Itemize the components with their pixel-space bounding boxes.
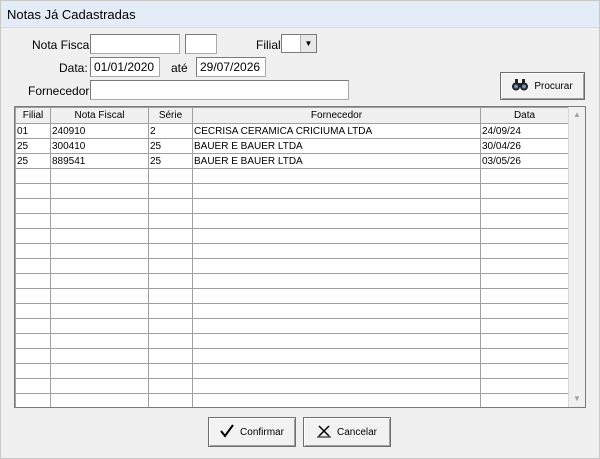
- empty-row[interactable]: [15, 228, 569, 244]
- confirmar-button[interactable]: Confirmar: [208, 417, 296, 447]
- ate-label: até: [171, 61, 188, 75]
- empty-row[interactable]: [15, 273, 569, 289]
- checkmark-icon: [220, 424, 234, 440]
- cancelar-label: Cancelar: [336, 426, 378, 438]
- title-bar[interactable]: Notas Já Cadastradas: [1, 1, 599, 28]
- empty-row[interactable]: [15, 168, 569, 184]
- column-header-filial[interactable]: Filial: [15, 107, 51, 124]
- nota-fiscal-label: Nota Fiscal:: [32, 38, 96, 52]
- empty-row[interactable]: [15, 333, 569, 349]
- cancelar-button[interactable]: Cancelar: [303, 417, 391, 447]
- empty-row[interactable]: [15, 183, 569, 199]
- scroll-down-arrow-icon[interactable]: ▼: [569, 391, 585, 407]
- table-row[interactable]: 25 889541 25 BAUER E BAUER LTDA 03/05/26: [15, 153, 569, 169]
- cell-data[interactable]: 24/09/24: [480, 123, 569, 139]
- scroll-up-arrow-icon[interactable]: ▲: [569, 107, 585, 123]
- cell-data[interactable]: 30/04/26: [480, 138, 569, 154]
- cell-filial[interactable]: 25: [15, 138, 51, 154]
- table-row[interactable]: 01 240910 2 CECRISA CERAMICA CRICIUMA LT…: [15, 123, 569, 139]
- cell-data[interactable]: 03/05/26: [480, 153, 569, 169]
- window-title: Notas Já Cadastradas: [7, 7, 136, 22]
- empty-row[interactable]: [15, 378, 569, 394]
- empty-row[interactable]: [15, 258, 569, 274]
- filial-select[interactable]: ▼: [281, 34, 317, 53]
- notas-grid[interactable]: Filial Nota Fiscal Série Fornecedor Data…: [14, 106, 586, 408]
- table-row[interactable]: 25 300410 25 BAUER E BAUER LTDA 30/04/26: [15, 138, 569, 154]
- confirmar-label: Confirmar: [240, 426, 284, 438]
- cell-serie[interactable]: 25: [148, 138, 193, 154]
- empty-row[interactable]: [15, 303, 569, 319]
- notas-cadastradas-window: Notas Já Cadastradas Nota Fiscal: Filial…: [0, 0, 600, 459]
- notas-table: Filial Nota Fiscal Série Fornecedor Data…: [15, 107, 569, 407]
- cell-fornecedor[interactable]: BAUER E BAUER LTDA: [192, 153, 481, 169]
- close-icon: [316, 424, 331, 440]
- column-header-nota-fiscal[interactable]: Nota Fiscal: [50, 107, 149, 124]
- cell-fornecedor[interactable]: CECRISA CERAMICA CRICIUMA LTDA: [192, 123, 481, 139]
- cell-filial[interactable]: 01: [15, 123, 51, 139]
- cell-serie[interactable]: 2: [148, 123, 193, 139]
- empty-row[interactable]: [15, 243, 569, 259]
- fornecedor-label: Fornecedor:: [28, 84, 93, 98]
- cell-serie[interactable]: 25: [148, 153, 193, 169]
- serie-input[interactable]: [185, 34, 217, 54]
- data-label: Data:: [59, 61, 88, 75]
- empty-row[interactable]: [15, 318, 569, 334]
- fornecedor-input[interactable]: [90, 80, 349, 100]
- data-inicio-input[interactable]: [90, 57, 160, 77]
- nota-fiscal-input[interactable]: [90, 34, 180, 54]
- cell-nota-fiscal[interactable]: 889541: [50, 153, 149, 169]
- empty-row[interactable]: [15, 213, 569, 229]
- cell-filial[interactable]: 25: [15, 153, 51, 169]
- empty-row[interactable]: [15, 393, 569, 407]
- cell-nota-fiscal[interactable]: 240910: [50, 123, 149, 139]
- column-header-fornecedor[interactable]: Fornecedor: [192, 107, 481, 124]
- cell-fornecedor[interactable]: BAUER E BAUER LTDA: [192, 138, 481, 154]
- filial-label: Filial: [256, 38, 281, 52]
- empty-row[interactable]: [15, 198, 569, 214]
- column-header-serie[interactable]: Série: [148, 107, 193, 124]
- empty-row[interactable]: [15, 363, 569, 379]
- grid-vertical-scrollbar[interactable]: ▲ ▼: [568, 107, 585, 407]
- column-header-data[interactable]: Data: [480, 107, 569, 124]
- cell-nota-fiscal[interactable]: 300410: [50, 138, 149, 154]
- procurar-label: Procurar: [534, 80, 573, 92]
- data-fim-input[interactable]: [196, 57, 266, 77]
- chevron-down-icon[interactable]: ▼: [300, 35, 316, 52]
- procurar-button[interactable]: Procurar: [500, 72, 585, 100]
- empty-row[interactable]: [15, 288, 569, 304]
- grid-header-row: Filial Nota Fiscal Série Fornecedor Data: [15, 107, 569, 124]
- binoculars-icon: [512, 79, 529, 93]
- empty-row[interactable]: [15, 348, 569, 364]
